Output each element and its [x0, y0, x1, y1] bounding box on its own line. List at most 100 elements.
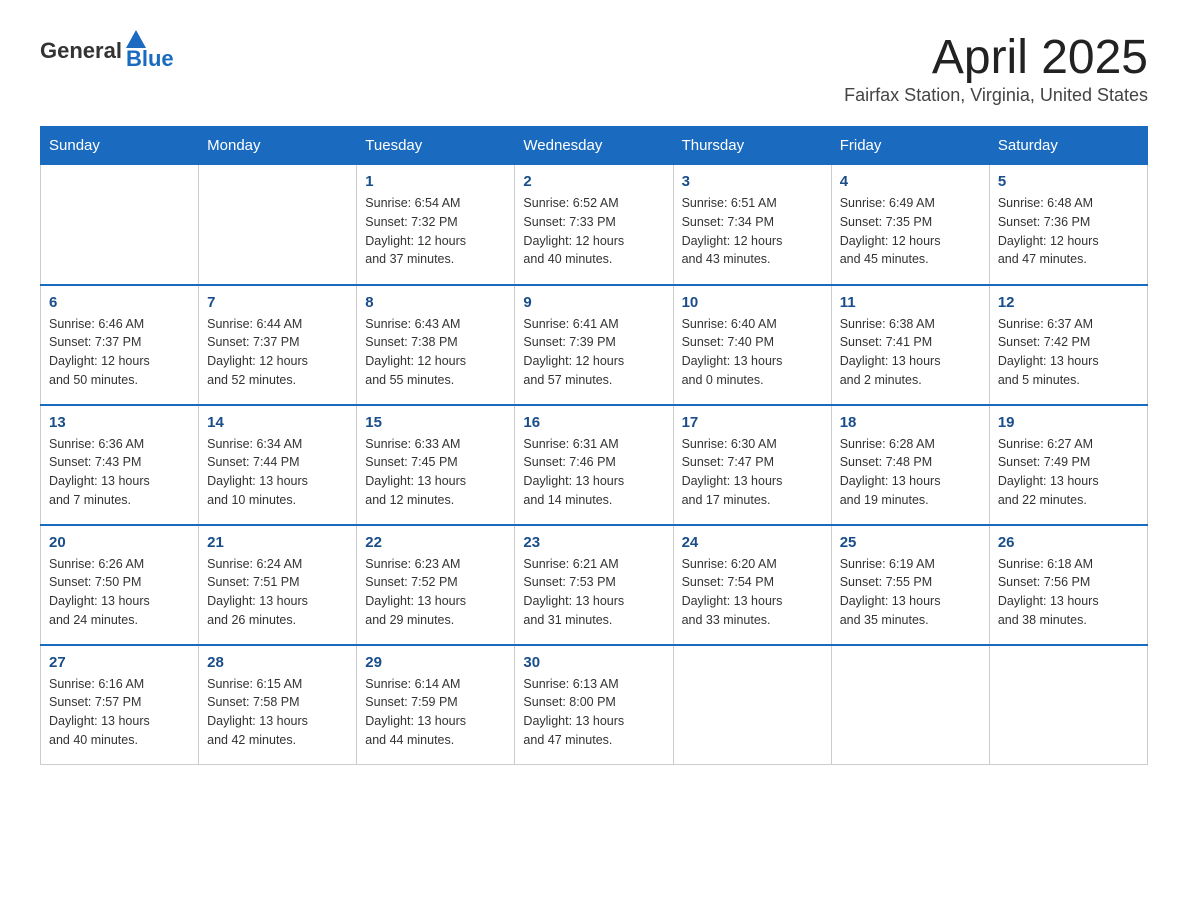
day-info: Sunrise: 6:20 AMSunset: 7:54 PMDaylight:… [682, 555, 823, 630]
calendar-cell [41, 165, 199, 285]
day-info: Sunrise: 6:19 AMSunset: 7:55 PMDaylight:… [840, 555, 981, 630]
calendar-cell: 24 Sunrise: 6:20 AMSunset: 7:54 PMDayligh… [673, 525, 831, 645]
calendar-cell [831, 645, 989, 765]
day-info: Sunrise: 6:38 AMSunset: 7:41 PMDaylight:… [840, 315, 981, 390]
col-header-wednesday: Wednesday [515, 127, 673, 165]
day-number: 22 [365, 534, 506, 551]
day-number: 28 [207, 654, 348, 671]
day-number: 14 [207, 414, 348, 431]
col-header-monday: Monday [199, 127, 357, 165]
day-number: 17 [682, 414, 823, 431]
calendar-cell: 4 Sunrise: 6:49 AMSunset: 7:35 PMDaylight… [831, 165, 989, 285]
day-number: 2 [523, 173, 664, 190]
calendar-cell: 21 Sunrise: 6:24 AMSunset: 7:51 PMDayligh… [199, 525, 357, 645]
day-number: 19 [998, 414, 1139, 431]
day-number: 23 [523, 534, 664, 551]
page-header: General Blue April 2025 Fairfax Station,… [40, 30, 1148, 106]
col-header-sunday: Sunday [41, 127, 199, 165]
day-info: Sunrise: 6:21 AMSunset: 7:53 PMDaylight:… [523, 555, 664, 630]
calendar-cell: 14 Sunrise: 6:34 AMSunset: 7:44 PMDayligh… [199, 405, 357, 525]
calendar-cell: 10 Sunrise: 6:40 AMSunset: 7:40 PMDayligh… [673, 285, 831, 405]
day-info: Sunrise: 6:16 AMSunset: 7:57 PMDaylight:… [49, 675, 190, 750]
day-number: 16 [523, 414, 664, 431]
calendar-cell: 12 Sunrise: 6:37 AMSunset: 7:42 PMDayligh… [989, 285, 1147, 405]
title-block: April 2025 Fairfax Station, Virginia, Un… [844, 30, 1148, 106]
col-header-saturday: Saturday [989, 127, 1147, 165]
day-number: 3 [682, 173, 823, 190]
logo: General Blue [40, 30, 174, 72]
day-info: Sunrise: 6:13 AMSunset: 8:00 PMDaylight:… [523, 675, 664, 750]
calendar-cell: 5Sunrise: 6:48 AMSunset: 7:36 PMDaylight… [989, 165, 1147, 285]
calendar-cell [199, 165, 357, 285]
day-number: 27 [49, 654, 190, 671]
day-number: 1 [365, 173, 506, 190]
day-number: 10 [682, 294, 823, 311]
day-info: Sunrise: 6:14 AMSunset: 7:59 PMDaylight:… [365, 675, 506, 750]
day-info: Sunrise: 6:23 AMSunset: 7:52 PMDaylight:… [365, 555, 506, 630]
calendar-cell: 6 Sunrise: 6:46 AMSunset: 7:37 PMDaylight… [41, 285, 199, 405]
day-number: 12 [998, 294, 1139, 311]
calendar-cell [989, 645, 1147, 765]
calendar-cell: 1 Sunrise: 6:54 AMSunset: 7:32 PMDaylight… [357, 165, 515, 285]
day-info: Sunrise: 6:49 AMSunset: 7:35 PMDaylight:… [840, 194, 981, 269]
day-number: 9 [523, 294, 664, 311]
day-number: 4 [840, 173, 981, 190]
calendar-cell: 15 Sunrise: 6:33 AMSunset: 7:45 PMDayligh… [357, 405, 515, 525]
day-info: Sunrise: 6:37 AMSunset: 7:42 PMDaylight:… [998, 315, 1139, 390]
day-number: 29 [365, 654, 506, 671]
calendar-cell: 13 Sunrise: 6:36 AMSunset: 7:43 PMDayligh… [41, 405, 199, 525]
day-info: Sunrise: 6:31 AMSunset: 7:46 PMDaylight:… [523, 435, 664, 510]
logo-general: General [40, 38, 122, 64]
calendar-cell: 18 Sunrise: 6:28 AMSunset: 7:48 PMDayligh… [831, 405, 989, 525]
day-info: Sunrise: 6:51 AMSunset: 7:34 PMDaylight:… [682, 194, 823, 269]
day-number: 30 [523, 654, 664, 671]
day-info: Sunrise: 6:36 AMSunset: 7:43 PMDaylight:… [49, 435, 190, 510]
page-title: April 2025 [844, 30, 1148, 85]
day-info: Sunrise: 6:33 AMSunset: 7:45 PMDaylight:… [365, 435, 506, 510]
day-number: 21 [207, 534, 348, 551]
col-header-thursday: Thursday [673, 127, 831, 165]
day-number: 13 [49, 414, 190, 431]
col-header-tuesday: Tuesday [357, 127, 515, 165]
page-subtitle: Fairfax Station, Virginia, United States [844, 85, 1148, 106]
calendar-cell: 3 Sunrise: 6:51 AMSunset: 7:34 PMDaylight… [673, 165, 831, 285]
day-info: Sunrise: 6:34 AMSunset: 7:44 PMDaylight:… [207, 435, 348, 510]
day-info: Sunrise: 6:54 AMSunset: 7:32 PMDaylight:… [365, 194, 506, 269]
day-number: 8 [365, 294, 506, 311]
logo-blue: Blue [126, 46, 174, 72]
calendar-cell: 2 Sunrise: 6:52 AMSunset: 7:33 PMDaylight… [515, 165, 673, 285]
calendar-cell: 16 Sunrise: 6:31 AMSunset: 7:46 PMDayligh… [515, 405, 673, 525]
calendar-cell: 17 Sunrise: 6:30 AMSunset: 7:47 PMDayligh… [673, 405, 831, 525]
calendar-cell: 26 Sunrise: 6:18 AMSunset: 7:56 PMDayligh… [989, 525, 1147, 645]
day-info: Sunrise: 6:28 AMSunset: 7:48 PMDaylight:… [840, 435, 981, 510]
day-info: Sunrise: 6:30 AMSunset: 7:47 PMDaylight:… [682, 435, 823, 510]
day-info: Sunrise: 6:26 AMSunset: 7:50 PMDaylight:… [49, 555, 190, 630]
day-info: Sunrise: 6:46 AMSunset: 7:37 PMDaylight:… [49, 315, 190, 390]
calendar-cell: 19 Sunrise: 6:27 AMSunset: 7:49 PMDayligh… [989, 405, 1147, 525]
day-info: Sunrise: 6:48 AMSunset: 7:36 PMDaylight:… [998, 194, 1139, 269]
day-info: Sunrise: 6:52 AMSunset: 7:33 PMDaylight:… [523, 194, 664, 269]
day-info: Sunrise: 6:43 AMSunset: 7:38 PMDaylight:… [365, 315, 506, 390]
day-number: 26 [998, 534, 1139, 551]
calendar-cell: 28 Sunrise: 6:15 AMSunset: 7:58 PMDayligh… [199, 645, 357, 765]
calendar-table: SundayMondayTuesdayWednesdayThursdayFrid… [40, 126, 1148, 765]
day-number: 18 [840, 414, 981, 431]
calendar-cell: 27 Sunrise: 6:16 AMSunset: 7:57 PMDayligh… [41, 645, 199, 765]
day-info: Sunrise: 6:18 AMSunset: 7:56 PMDaylight:… [998, 555, 1139, 630]
day-number: 24 [682, 534, 823, 551]
day-number: 15 [365, 414, 506, 431]
day-number: 6 [49, 294, 190, 311]
calendar-cell: 23 Sunrise: 6:21 AMSunset: 7:53 PMDayligh… [515, 525, 673, 645]
calendar-cell: 8 Sunrise: 6:43 AMSunset: 7:38 PMDaylight… [357, 285, 515, 405]
calendar-cell [673, 645, 831, 765]
calendar-cell: 29 Sunrise: 6:14 AMSunset: 7:59 PMDayligh… [357, 645, 515, 765]
day-number: 11 [840, 294, 981, 311]
calendar-cell: 7Sunrise: 6:44 AMSunset: 7:37 PMDaylight… [199, 285, 357, 405]
day-info: Sunrise: 6:41 AMSunset: 7:39 PMDaylight:… [523, 315, 664, 390]
day-info: Sunrise: 6:15 AMSunset: 7:58 PMDaylight:… [207, 675, 348, 750]
day-info: Sunrise: 6:40 AMSunset: 7:40 PMDaylight:… [682, 315, 823, 390]
calendar-cell: 25Sunrise: 6:19 AMSunset: 7:55 PMDayligh… [831, 525, 989, 645]
day-number: 7 [207, 294, 348, 311]
day-info: Sunrise: 6:27 AMSunset: 7:49 PMDaylight:… [998, 435, 1139, 510]
day-info: Sunrise: 6:24 AMSunset: 7:51 PMDaylight:… [207, 555, 348, 630]
